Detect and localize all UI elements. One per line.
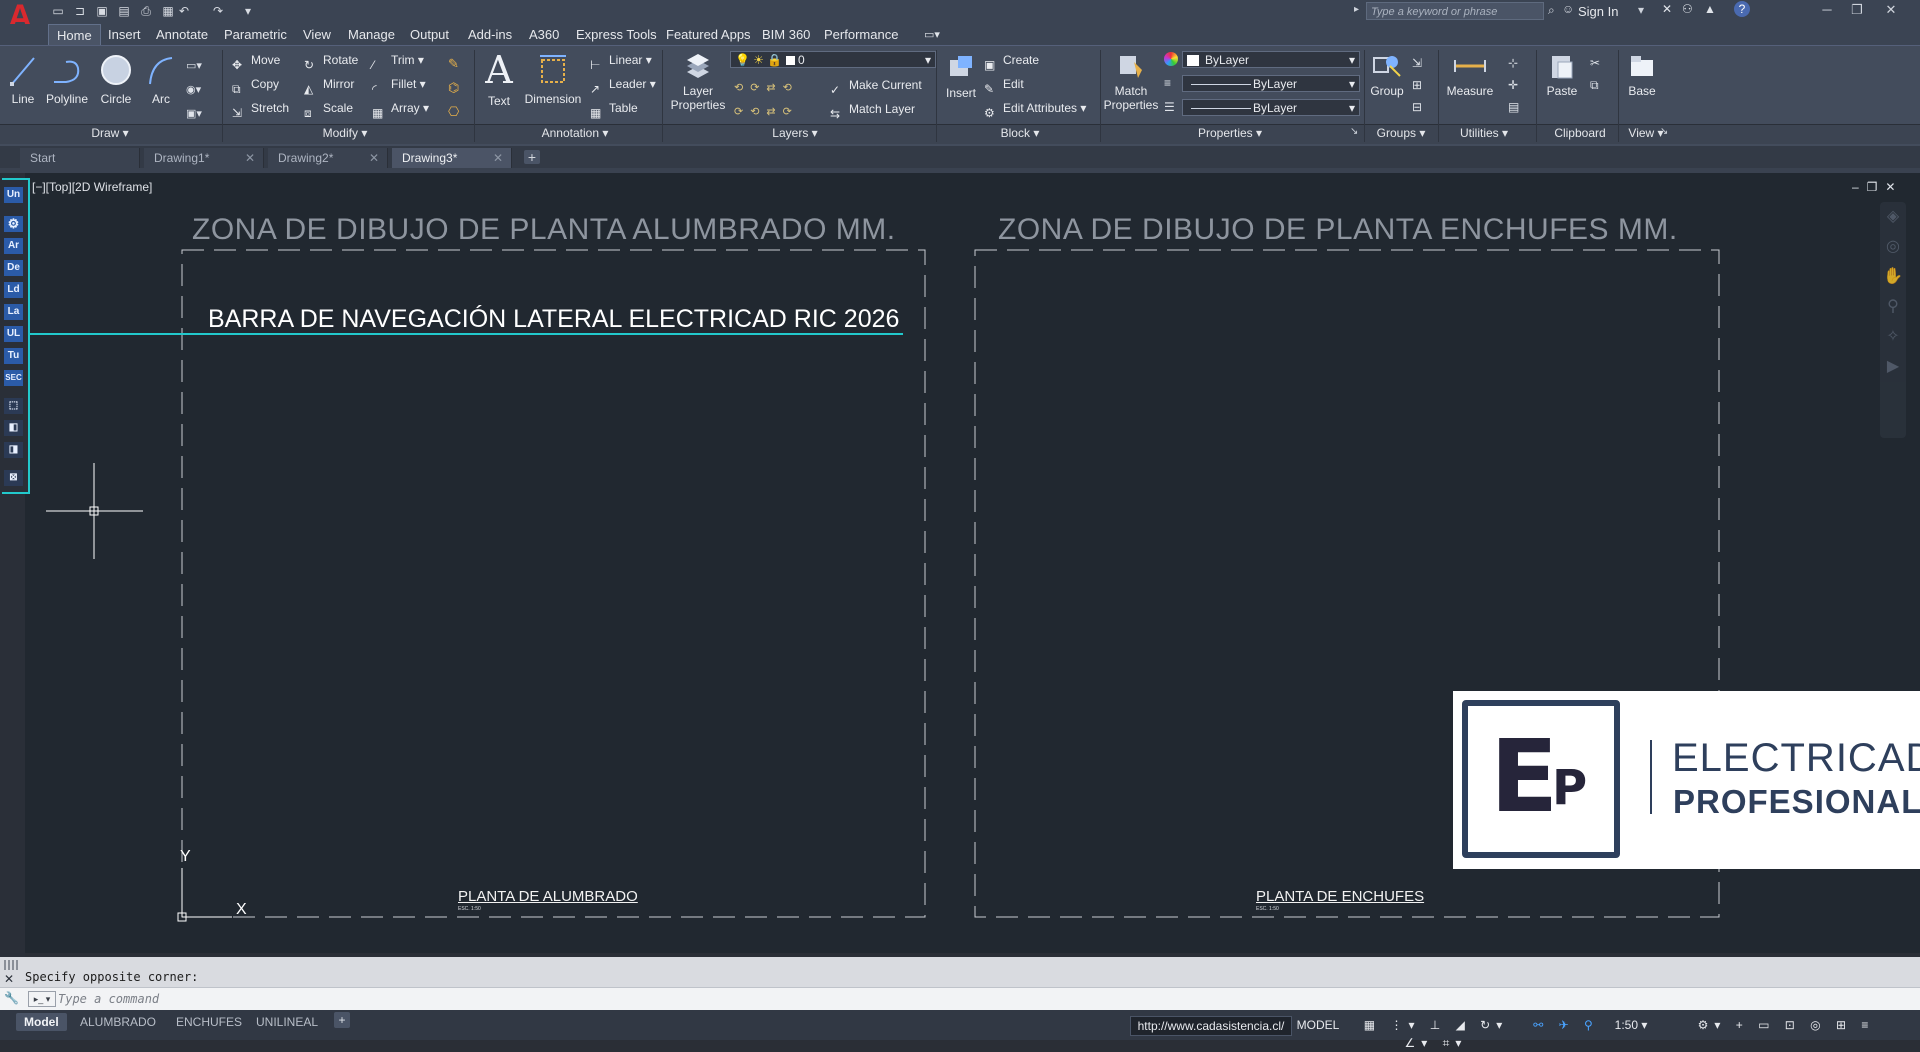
- ucs-icon: [177, 868, 232, 922]
- layout-tab-alumbrado[interactable]: ALUMBRADO: [72, 1013, 164, 1031]
- command-input[interactable]: Type a command: [58, 992, 159, 1006]
- sidebar-button-sec[interactable]: SEC: [4, 370, 23, 386]
- sidebar-button-ul[interactable]: UL: [4, 326, 23, 342]
- logo-brand-tagline: PROFESIONAL: [1673, 783, 1920, 820]
- close-command-icon[interactable]: ✕: [4, 972, 14, 986]
- annotation-scale-value: 1:50: [1614, 1018, 1638, 1032]
- url-link[interactable]: http://www.cadasistencia.cl/: [1130, 1016, 1292, 1036]
- crosshair-cursor: [46, 463, 143, 559]
- sidebar-button-de[interactable]: De: [4, 260, 23, 276]
- sidebar-button-tu[interactable]: Tu: [4, 348, 23, 364]
- add-layout-button[interactable]: +: [334, 1012, 350, 1028]
- drafting-toggles[interactable]: ▦ ⋮▾ ⊥ ◢ ↻▾ ∠▾ ⌗▾: [1346, 1016, 1526, 1050]
- plan-right-scale: ESC. 1:50: [1256, 906, 1279, 912]
- plan-left-scale: ESC. 1:50: [458, 906, 481, 912]
- left-drawing-frame: [181, 249, 926, 918]
- recent-commands-icon[interactable]: ▸_ ▾: [28, 991, 56, 1007]
- zone-right-title: ZONA DE DIBUJO DE PLANTA ENCHUFES MM.: [998, 213, 1678, 246]
- command-grip-icon[interactable]: [4, 960, 18, 970]
- customize-wrench-icon[interactable]: 🔧: [4, 991, 19, 1005]
- logo-initial-e: E: [1490, 718, 1559, 835]
- command-history-text: Specify opposite corner:: [25, 970, 199, 984]
- layer-blocks-alt-icon[interactable]: ◨: [4, 442, 23, 458]
- logo-brand-name: ELECTRICAD: [1672, 736, 1920, 780]
- select-window-icon[interactable]: ⬚: [4, 398, 23, 414]
- zone-left-title: ZONA DE DIBUJO DE PLANTA ALUMBRADO MM.: [192, 213, 896, 246]
- status-tray-icons[interactable]: ⚙▾ + ▭ ⊡ ◎ ⊞ ≡: [1658, 1016, 1914, 1034]
- plan-left-label: PLANTA DE ALUMBRADO: [458, 888, 638, 905]
- ucs-x-label: X: [236, 901, 247, 918]
- settings-gear-icon[interactable]: ⚙: [4, 216, 23, 232]
- layout-tab-model[interactable]: Model: [16, 1013, 67, 1031]
- layout-tab-unilineal[interactable]: UNILINEAL: [248, 1013, 326, 1031]
- command-line: [0, 987, 1920, 1010]
- navigation-bar-label: BARRA DE NAVEGACIÓN LATERAL ELECTRICAD R…: [208, 305, 900, 333]
- layout-tab-enchufes[interactable]: ENCHUFES: [168, 1013, 250, 1031]
- sidebar-button-ld[interactable]: Ld: [4, 282, 23, 298]
- annotation-scale-dropdown[interactable]: 1:50 ▾: [1606, 1016, 1656, 1034]
- command-history: [0, 957, 1920, 987]
- model-space-button[interactable]: MODEL: [1294, 1016, 1342, 1034]
- logo-divider: [1650, 740, 1652, 814]
- close-box-icon[interactable]: ⊠: [4, 470, 23, 486]
- layer-blocks-icon[interactable]: ◧: [4, 420, 23, 436]
- sidebar-button-la[interactable]: La: [4, 304, 23, 320]
- sidebar-button-ar[interactable]: Ar: [4, 238, 23, 254]
- ucs-y-label: Y: [180, 848, 191, 865]
- sidebar-button-un[interactable]: Un: [4, 187, 23, 203]
- annotation-visibility-icons[interactable]: ⚯ ✈ ⚲: [1526, 1016, 1606, 1034]
- plan-right-label: PLANTA DE ENCHUFES: [1256, 888, 1425, 905]
- logo-initial-p: P: [1552, 760, 1588, 816]
